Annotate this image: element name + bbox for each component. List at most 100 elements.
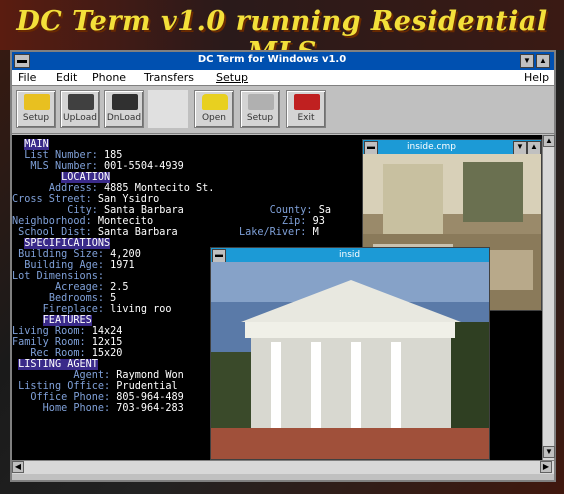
field-label: Building Age: (24, 260, 105, 271)
child-system-menu-icon[interactable]: ▬ (364, 141, 378, 155)
field-value: 5 (110, 293, 117, 304)
field-value: 805-964-489 (116, 392, 184, 403)
menu-edit[interactable]: Edit (56, 71, 77, 84)
field-label: List Number: (24, 150, 98, 161)
field-value: San Ysidro (97, 194, 160, 205)
menu-bar: File Edit Phone Transfers Setup Help (12, 70, 554, 86)
field-value: 2.5 (110, 282, 129, 293)
field-value: Santa Barbara (104, 205, 184, 216)
field-label: Building Size: (18, 249, 105, 260)
field-value: 4885 Montecito St. (104, 183, 215, 194)
field-value: Prudential (116, 381, 178, 392)
features-header: FEATURES (42, 315, 92, 326)
field-label: MLS Number: (30, 161, 98, 172)
field-value: 15x20 (91, 348, 123, 359)
scroll-right-icon[interactable]: ▶ (540, 461, 552, 473)
settings-icon (248, 94, 274, 110)
inside-photo-title: inside.cmp (407, 142, 456, 152)
field-value: 12x15 (91, 337, 123, 348)
upload-button[interactable]: UpLoad (60, 90, 100, 128)
setup-button[interactable]: Setup (240, 90, 280, 128)
inside-photo-titlebar[interactable]: ▬ inside.cmp ▼ ▲ (363, 140, 541, 155)
field-value: 185 (104, 150, 123, 161)
home-phone-row: Home Phone: 703-964-283 (12, 403, 184, 415)
toolbar-label: Open (201, 113, 227, 123)
scroll-down-icon[interactable]: ▼ (543, 446, 555, 458)
window-title: DC Term for Windows v1.0 (197, 54, 347, 65)
upload-icon (68, 94, 94, 110)
system-menu-icon[interactable]: ▬ (14, 54, 30, 68)
menu-help[interactable]: Help (524, 71, 549, 84)
field-label: Living Room: (12, 326, 86, 337)
field-value: 4,200 (110, 249, 141, 260)
field-label: County: (269, 205, 313, 216)
field-label: School Dist: (18, 227, 92, 238)
title-bar[interactable]: ▬ DC Term for Windows v1.0 ▼ ▲ (12, 52, 554, 70)
field-label: Lot Dimensions: (12, 271, 105, 282)
toolbar: Setup UpLoad DnLoad Open Setup Exit (12, 86, 554, 134)
terminal-screen[interactable]: MAIN List Number: 185 MLS Number: 001-55… (12, 135, 542, 460)
exterior-photo-titlebar[interactable]: ▬ insid (211, 248, 489, 263)
field-value: 001-5504-4939 (104, 161, 184, 172)
field-label: Neighborhood: (12, 216, 92, 227)
field-label: Cross Street: (12, 194, 92, 205)
field-value: 93 (312, 216, 325, 227)
house-photo (211, 262, 489, 459)
menu-phone[interactable]: Phone (92, 71, 126, 84)
field-value: 1971 (110, 260, 135, 271)
download-icon (112, 94, 138, 110)
horizontal-scrollbar[interactable]: ◀ ▶ (12, 460, 554, 474)
field-label: Office Phone: (30, 392, 111, 403)
toolbar-label: Exit (297, 113, 315, 123)
toolbar-label: UpLoad (63, 113, 97, 123)
spacer (148, 90, 188, 128)
folder-icon (202, 94, 228, 110)
field-label: Acreage: (54, 282, 105, 293)
field-value: Raymond Won (116, 370, 184, 381)
scroll-up-icon[interactable]: ▲ (543, 135, 555, 147)
field-value: 703-964-283 (116, 403, 184, 414)
exit-button[interactable]: Exit (286, 90, 326, 128)
field-value: M (312, 227, 319, 238)
field-label: City: (67, 205, 98, 216)
phone-icon (24, 94, 50, 110)
toolbar-label: Setup (246, 113, 274, 123)
toolbar-label: DnLoad (106, 113, 142, 123)
field-label: Address: (48, 183, 98, 194)
maximize-button[interactable]: ▲ (536, 54, 550, 68)
main-header: MAIN (24, 139, 49, 150)
field-label: Listing Office: (18, 381, 111, 392)
field-value: Sa (318, 205, 331, 216)
child-minimize-button[interactable]: ▼ (513, 141, 527, 155)
minimize-button[interactable]: ▼ (520, 54, 534, 68)
main-window: ▬ DC Term for Windows v1.0 ▼ ▲ File Edit… (10, 50, 556, 482)
menu-transfers[interactable]: Transfers (144, 71, 194, 84)
field-label: Rec Room: (30, 348, 86, 359)
vertical-scrollbar[interactable]: ▲ ▼ (542, 135, 555, 460)
exit-icon (294, 94, 320, 110)
field-value: 14x24 (91, 326, 123, 337)
field-value: living roo (110, 304, 172, 315)
child-system-menu-icon[interactable]: ▬ (212, 249, 226, 263)
exterior-photo-window[interactable]: ▬ insid (210, 247, 490, 460)
specifications-header: SPECIFICATIONS (24, 238, 111, 249)
field-value: Montecito (97, 216, 154, 227)
field-label: Fireplace: (42, 304, 105, 315)
listing-agent-header: LISTING AGENT (18, 359, 98, 370)
menu-file[interactable]: File (18, 71, 36, 84)
menu-setup[interactable]: Setup (216, 71, 248, 84)
child-maximize-button[interactable]: ▲ (527, 141, 541, 155)
toolbar-label: Setup (22, 113, 50, 123)
field-value: Santa Barbara (97, 227, 178, 238)
scroll-left-icon[interactable]: ◀ (12, 461, 24, 473)
field-label: Family Room: (12, 337, 86, 348)
field-label: Bedrooms: (48, 293, 105, 304)
exterior-photo-title: insid (339, 250, 361, 260)
location-header: LOCATION (61, 172, 111, 183)
field-label: Zip: (281, 216, 307, 227)
download-button[interactable]: DnLoad (104, 90, 144, 128)
field-label: Home Phone: (42, 403, 111, 414)
field-label: Lake/River: (238, 227, 307, 238)
connect-button[interactable]: Setup (16, 90, 56, 128)
open-button[interactable]: Open (194, 90, 234, 128)
